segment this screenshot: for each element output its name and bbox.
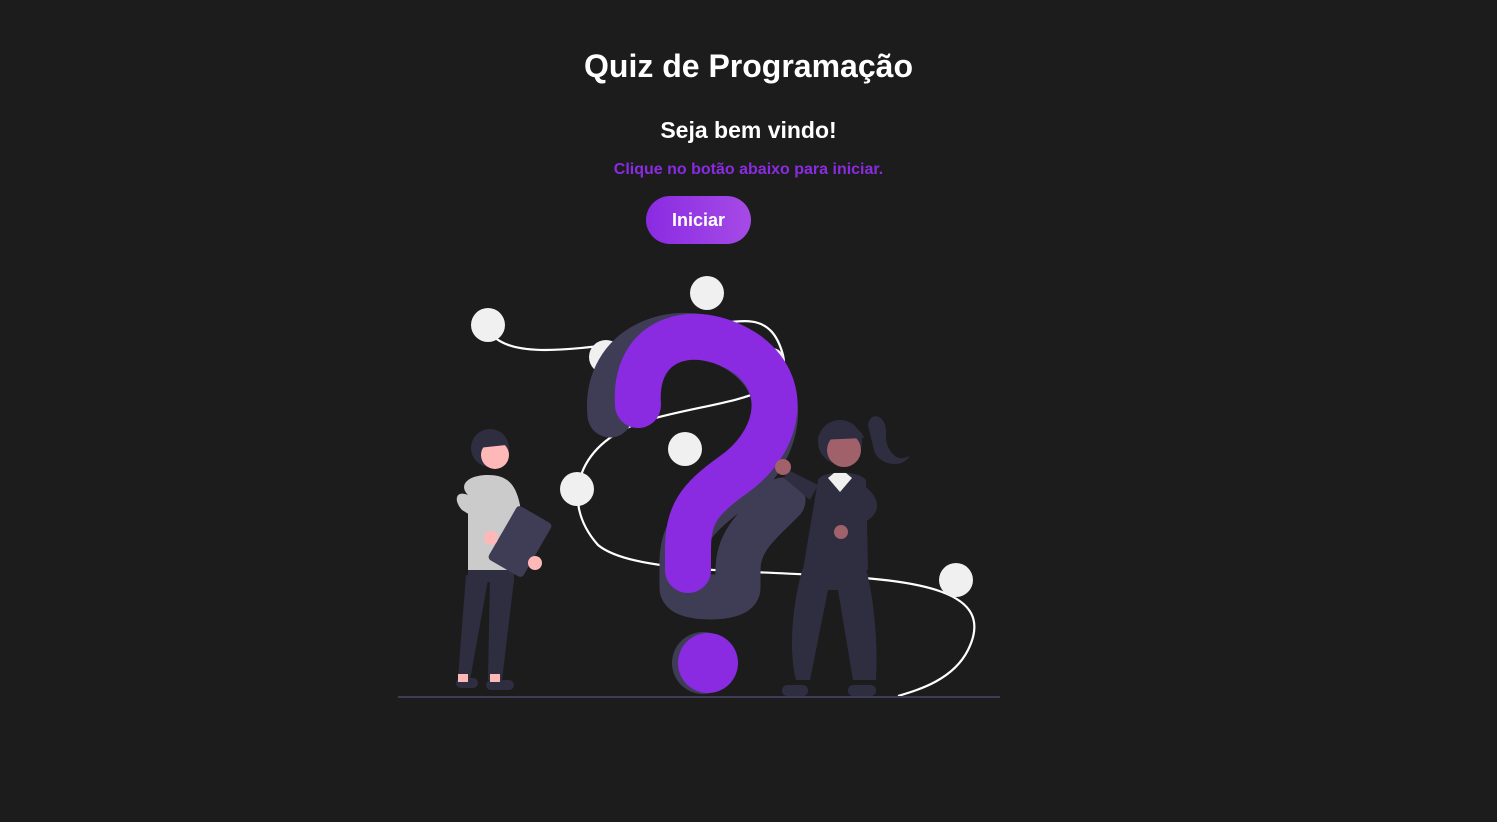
dot-1 [471, 308, 505, 342]
page-title: Quiz de Programação [584, 48, 913, 84]
dot-2 [690, 276, 724, 310]
dot-6 [560, 472, 594, 506]
man-figure [456, 429, 552, 690]
dot-5 [668, 432, 702, 466]
quiz-page: Quiz de Programação Seja bem vindo! Cliq… [0, 0, 1497, 822]
woman-figure [775, 416, 910, 696]
question-dot [678, 633, 738, 693]
welcome-heading: Seja bem vindo! [660, 117, 837, 143]
question-mark-illustration [398, 276, 1000, 698]
start-hint: Clique no botão abaixo para iniciar. [613, 161, 884, 178]
dot-8 [939, 563, 973, 597]
start-button[interactable]: Iniciar [646, 196, 751, 244]
